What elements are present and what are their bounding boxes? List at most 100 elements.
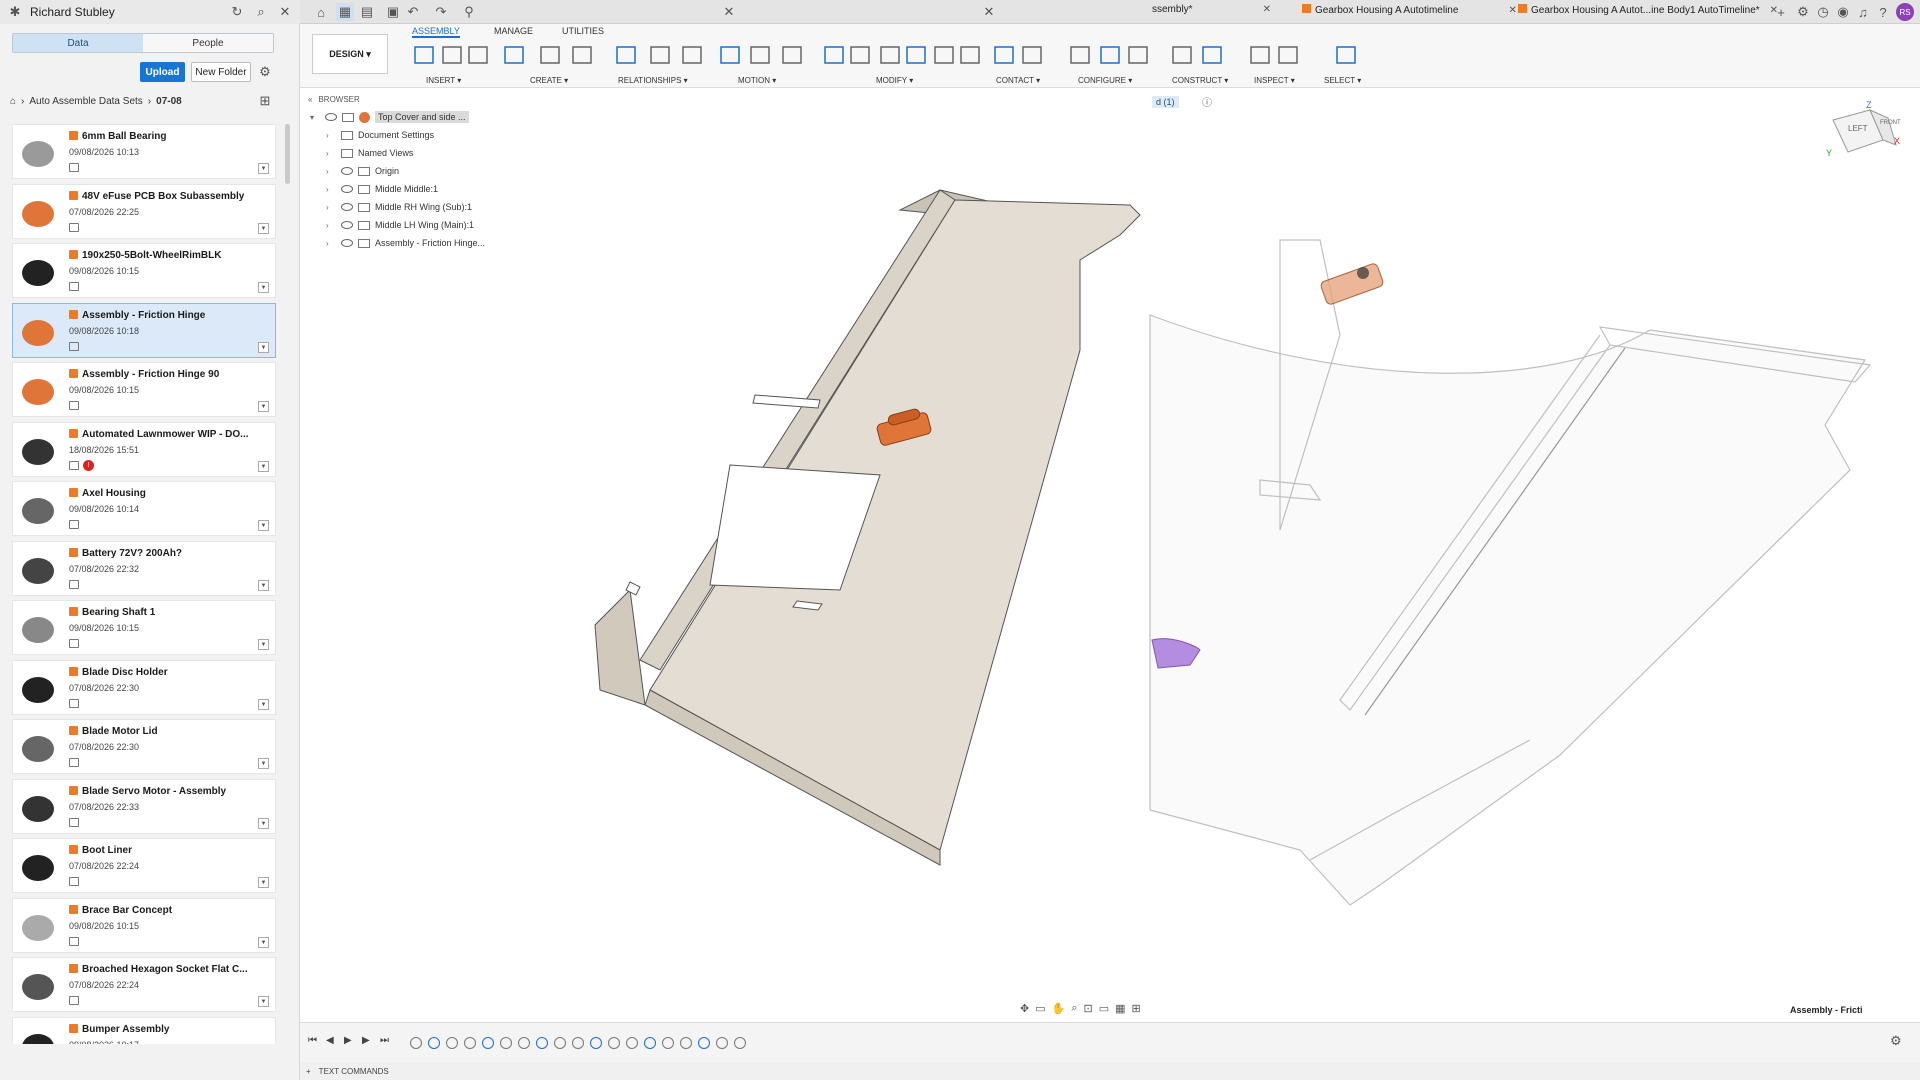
redo-icon[interactable]: ↷ — [432, 3, 450, 21]
timeline-next-icon[interactable]: ▶ — [362, 1035, 370, 1046]
clock-icon[interactable]: ◷ — [1814, 3, 1832, 21]
eye-icon[interactable] — [341, 167, 353, 175]
pan-icon[interactable]: ✋ — [1052, 1002, 1066, 1015]
avatar[interactable]: RS — [1896, 3, 1914, 21]
zoom-icon[interactable]: ⌕ — [1071, 1002, 1077, 1015]
eye-icon[interactable] — [341, 239, 353, 247]
timeline-prev-icon[interactable]: ◀ — [326, 1035, 334, 1046]
timeline-feature-icon[interactable] — [644, 1037, 656, 1049]
timeline-feature-icon[interactable] — [734, 1037, 746, 1049]
chevron-right-icon[interactable]: › — [326, 239, 336, 248]
browser-node[interactable]: › Middle Middle:1 — [326, 180, 438, 198]
timeline-feature-icon[interactable] — [428, 1037, 440, 1049]
group-contact[interactable]: CONTACT ▾ — [996, 76, 1040, 85]
browser-node[interactable]: › Assembly - Friction Hinge... — [326, 234, 485, 252]
timeline-feature-icon[interactable] — [446, 1037, 458, 1049]
timeline-feature-icon[interactable] — [500, 1037, 512, 1049]
ribbon-tool-icon[interactable] — [538, 44, 562, 66]
timeline-feature-icon[interactable] — [716, 1037, 728, 1049]
undo-icon[interactable]: ↶ — [404, 3, 422, 21]
browser-root[interactable]: ▾ Top Cover and side ... — [310, 108, 469, 126]
ribbon-tool-icon[interactable] — [1334, 44, 1358, 66]
eye-icon[interactable] — [325, 113, 337, 121]
group-insert[interactable]: INSERT ▾ — [426, 76, 461, 85]
ribbon-tool-icon[interactable] — [958, 44, 982, 66]
ribbon-tool-icon[interactable] — [992, 44, 1016, 66]
browser-node[interactable]: › Middle LH Wing (Main):1 — [326, 216, 474, 234]
file-list-item[interactable]: Blade Disc Holder 07/08/2026 22:30 ▼ — [12, 659, 276, 715]
text-commands-bar[interactable]: + TEXT COMMANDS — [300, 1062, 1920, 1080]
save-icon[interactable]: ▣ — [384, 3, 402, 21]
file-list-item[interactable]: 48V eFuse PCB Box Subassembly 07/08/2026 … — [12, 183, 276, 239]
ribbon-tool-icon[interactable] — [466, 44, 490, 66]
notification-icon[interactable]: ♫ — [1854, 3, 1872, 21]
file-list-item[interactable]: Broached Hexagon Socket Flat C... 07/08/2… — [12, 957, 276, 1012]
ribbon-tool-icon[interactable] — [614, 44, 638, 66]
chevron-down-icon[interactable]: ▼ — [258, 698, 269, 710]
close-tab-icon[interactable]: ✕ — [1508, 5, 1516, 16]
timeline-feature-icon[interactable] — [608, 1037, 620, 1049]
chevron-right-icon[interactable]: › — [326, 167, 336, 176]
chevron-down-icon[interactable]: ▼ — [258, 282, 269, 293]
help-icon[interactable]: ? — [1874, 3, 1892, 21]
close-icon[interactable]: ✕ — [276, 3, 294, 21]
file-list-item[interactable]: Assembly - Friction Hinge 90 09/08/2026 1… — [12, 362, 276, 417]
file-list-item[interactable]: Bumper Assembly09/08/2026 10:17▼ — [12, 1016, 276, 1044]
fit-icon[interactable]: ⊡ — [1084, 1002, 1093, 1015]
tab-utilities[interactable]: UTILITIES — [562, 26, 604, 36]
viewports-icon[interactable]: ⊞ — [1132, 1002, 1141, 1015]
selection-chip[interactable]: d (1) — [1152, 96, 1179, 108]
chevron-down-icon[interactable]: ▼ — [258, 639, 269, 650]
chevron-down-icon[interactable]: ▼ — [258, 996, 269, 1007]
info-icon[interactable]: ⓘ — [1202, 94, 1212, 109]
link-icon[interactable]: ⚲ — [460, 3, 478, 21]
ribbon-tool-icon[interactable] — [1200, 44, 1224, 66]
timeline-feature-icon[interactable] — [698, 1037, 710, 1049]
canvas-viewport[interactable]: « BROWSER ▾ Top Cover and side ... › Docum… — [300, 90, 1920, 1015]
browser-node[interactable]: › Document Settings — [326, 126, 434, 144]
chevron-down-icon[interactable]: ▼ — [258, 460, 269, 472]
grid-icon[interactable]: ▦ — [336, 3, 354, 21]
chevron-right-icon[interactable]: › — [326, 131, 336, 140]
group-inspect[interactable]: INSPECT ▾ — [1254, 76, 1295, 85]
ribbon-tool-icon[interactable] — [748, 44, 772, 66]
tab-manage[interactable]: MANAGE — [494, 26, 533, 36]
timeline-feature-icon[interactable] — [518, 1037, 530, 1049]
ribbon-tool-icon[interactable] — [1276, 44, 1300, 66]
timeline-feature-icon[interactable] — [626, 1037, 638, 1049]
eye-icon[interactable] — [341, 221, 353, 229]
chevron-down-icon[interactable]: ▼ — [258, 163, 269, 174]
ribbon-tool-icon[interactable] — [848, 44, 872, 66]
user-name[interactable]: Richard Stubley — [30, 5, 222, 19]
workspace-switcher[interactable]: DESIGN ▾ — [312, 34, 388, 74]
group-relationships[interactable]: RELATIONSHIPS ▾ — [618, 76, 688, 85]
file-list-item[interactable]: 6mm Ball Bearing 09/08/2026 10:13 ▼ — [12, 124, 276, 179]
group-create[interactable]: CREATE ▾ — [530, 76, 568, 85]
collapse-icon[interactable]: « — [308, 95, 312, 104]
timeline-feature-icon[interactable] — [554, 1037, 566, 1049]
display-icon[interactable]: ▭ — [1099, 1002, 1109, 1015]
viewcube[interactable]: LEFT FRONT Z X Y — [1808, 100, 1901, 170]
file-list-item[interactable]: 190x250-5Bolt-WheelRimBLK 09/08/2026 10:1… — [12, 243, 276, 298]
file-list-item[interactable]: Axel Housing 09/08/2026 10:14 ▼ — [12, 481, 276, 536]
file-list-item[interactable]: Bearing Shaft 1 09/08/2026 10:15 ▼ — [12, 600, 276, 655]
upload-button[interactable]: Upload — [140, 62, 185, 82]
chevron-right-icon[interactable]: › — [326, 185, 336, 194]
grid-icon[interactable]: ▦ — [1115, 1002, 1125, 1015]
chevron-right-icon[interactable]: › — [326, 149, 336, 158]
look-at-icon[interactable]: ▭ — [1035, 1002, 1045, 1015]
timeline-feature-icon[interactable] — [590, 1037, 602, 1049]
search-icon[interactable]: ⌕ — [252, 3, 270, 21]
timeline-feature-icon[interactable] — [572, 1037, 584, 1049]
timeline-feature-icon[interactable] — [410, 1037, 422, 1049]
chevron-right-icon[interactable]: › — [326, 221, 336, 230]
timeline-feature-icon[interactable] — [662, 1037, 674, 1049]
ribbon-tool-icon[interactable] — [1020, 44, 1044, 66]
ribbon-tool-icon[interactable] — [440, 44, 464, 66]
file-list-item[interactable]: Blade Servo Motor - Assembly 07/08/2026 2… — [12, 778, 276, 834]
doc-tab-3[interactable]: Gearbox Housing A Autot...ine Body1 Auto… — [1518, 4, 1778, 16]
close-tab-icon[interactable]: ✕ — [980, 3, 998, 21]
file-list-item[interactable]: Automated Lawnmower WIP - DO... 18/08/202… — [12, 421, 276, 477]
chevron-down-icon[interactable]: ▼ — [258, 877, 269, 888]
home-icon[interactable]: ⌂ — [312, 3, 330, 21]
